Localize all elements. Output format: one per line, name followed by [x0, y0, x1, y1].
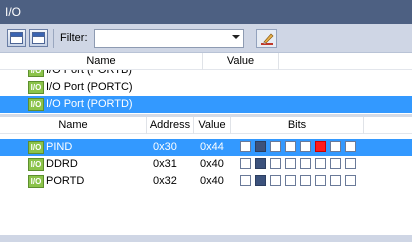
ports-column-name[interactable]: Name: [0, 53, 202, 70]
window-layout-icon: [32, 32, 45, 44]
window-layout-icon: [10, 32, 23, 44]
chevron-down-icon[interactable]: [232, 35, 240, 39]
io-register-icon: I/O: [28, 141, 44, 154]
toolbar-separator: [53, 29, 54, 48]
register-row[interactable]: I/O DDRD 0x31 0x40: [0, 156, 412, 173]
register-row[interactable]: I/O PORTD 0x32 0x40: [0, 173, 412, 190]
bit-toggle-0[interactable]: [345, 175, 356, 186]
bit-toggle-2[interactable]: [315, 141, 326, 152]
io-register-icon: I/O: [28, 175, 44, 188]
bit-toggle-7[interactable]: [240, 175, 251, 186]
io-port-icon: I/O: [28, 81, 44, 94]
register-value[interactable]: 0x44: [200, 141, 224, 153]
bit-toggle-1[interactable]: [330, 158, 341, 169]
port-list-item-selected[interactable]: I/O I/O Port (PORTD): [0, 96, 412, 113]
ports-header-overlay: Name Value: [0, 53, 412, 70]
bit-toggle-6[interactable]: [255, 158, 266, 169]
bit-toggle-4[interactable]: [285, 158, 296, 169]
registers-column-bits[interactable]: Bits: [231, 117, 363, 134]
window-title: I/O: [5, 5, 22, 19]
bit-toggle-7[interactable]: [240, 141, 251, 152]
ports-panel: Name Value I/O I/O Port (PORTB) Name Val…: [0, 53, 412, 114]
bit-toggle-5[interactable]: [270, 141, 281, 152]
bit-toggle-7[interactable]: [240, 158, 251, 169]
port-list-item[interactable]: I/O I/O Port (PORTC): [0, 79, 412, 96]
bit-toggle-6[interactable]: [255, 141, 266, 152]
filter-label: Filter:: [60, 32, 88, 44]
registers-column-address[interactable]: Address: [147, 117, 193, 134]
register-address: 0x32: [153, 175, 177, 187]
port-label: I/O Port (PORTD): [46, 98, 133, 110]
io-port-icon: I/O: [28, 98, 44, 111]
bit-toggle-4[interactable]: [285, 141, 296, 152]
eraser-icon: [261, 33, 274, 45]
bottom-strip: [0, 235, 412, 242]
registers-header: Name Address Value Bits: [0, 117, 412, 134]
register-value[interactable]: 0x40: [200, 158, 224, 170]
register-name: DDRD: [46, 158, 78, 170]
io-register-icon: I/O: [28, 158, 44, 171]
port-label: I/O Port (PORTC): [46, 81, 133, 93]
bit-toggle-3[interactable]: [300, 141, 311, 152]
ports-column-value[interactable]: Value: [203, 53, 278, 70]
registers-column-name[interactable]: Name: [0, 117, 146, 134]
register-name: PIND: [46, 141, 73, 153]
toolbar: Filter:: [0, 24, 412, 53]
register-address: 0x30: [153, 141, 177, 153]
bit-toggle-1[interactable]: [330, 141, 341, 152]
filter-combobox[interactable]: [94, 29, 244, 48]
view-toggle-button-2[interactable]: [29, 29, 48, 47]
bit-toggle-0[interactable]: [345, 141, 356, 152]
filter-input[interactable]: [95, 30, 225, 47]
window-titlebar: I/O: [0, 0, 412, 24]
bit-toggle-5[interactable]: [270, 175, 281, 186]
registers-panel: Name Address Value Bits I/O PIND 0x30 0x…: [0, 117, 412, 235]
register-name: PORTD: [46, 175, 85, 187]
clear-filter-button[interactable]: [256, 29, 277, 48]
register-address: 0x31: [153, 158, 177, 170]
column-divider[interactable]: [278, 53, 279, 70]
bit-toggle-5[interactable]: [270, 158, 281, 169]
bit-toggle-4[interactable]: [285, 175, 296, 186]
bit-toggle-3[interactable]: [300, 175, 311, 186]
bit-toggle-3[interactable]: [300, 158, 311, 169]
bit-toggle-1[interactable]: [330, 175, 341, 186]
bit-toggle-6[interactable]: [255, 175, 266, 186]
bit-toggle-2[interactable]: [315, 158, 326, 169]
register-row-selected[interactable]: I/O PIND 0x30 0x44: [0, 139, 412, 156]
view-toggle-button-1[interactable]: [7, 29, 26, 47]
register-value[interactable]: 0x40: [200, 175, 224, 187]
bit-toggle-2[interactable]: [315, 175, 326, 186]
bit-toggle-0[interactable]: [345, 158, 356, 169]
registers-column-value[interactable]: Value: [194, 117, 230, 134]
column-divider[interactable]: [363, 117, 364, 134]
